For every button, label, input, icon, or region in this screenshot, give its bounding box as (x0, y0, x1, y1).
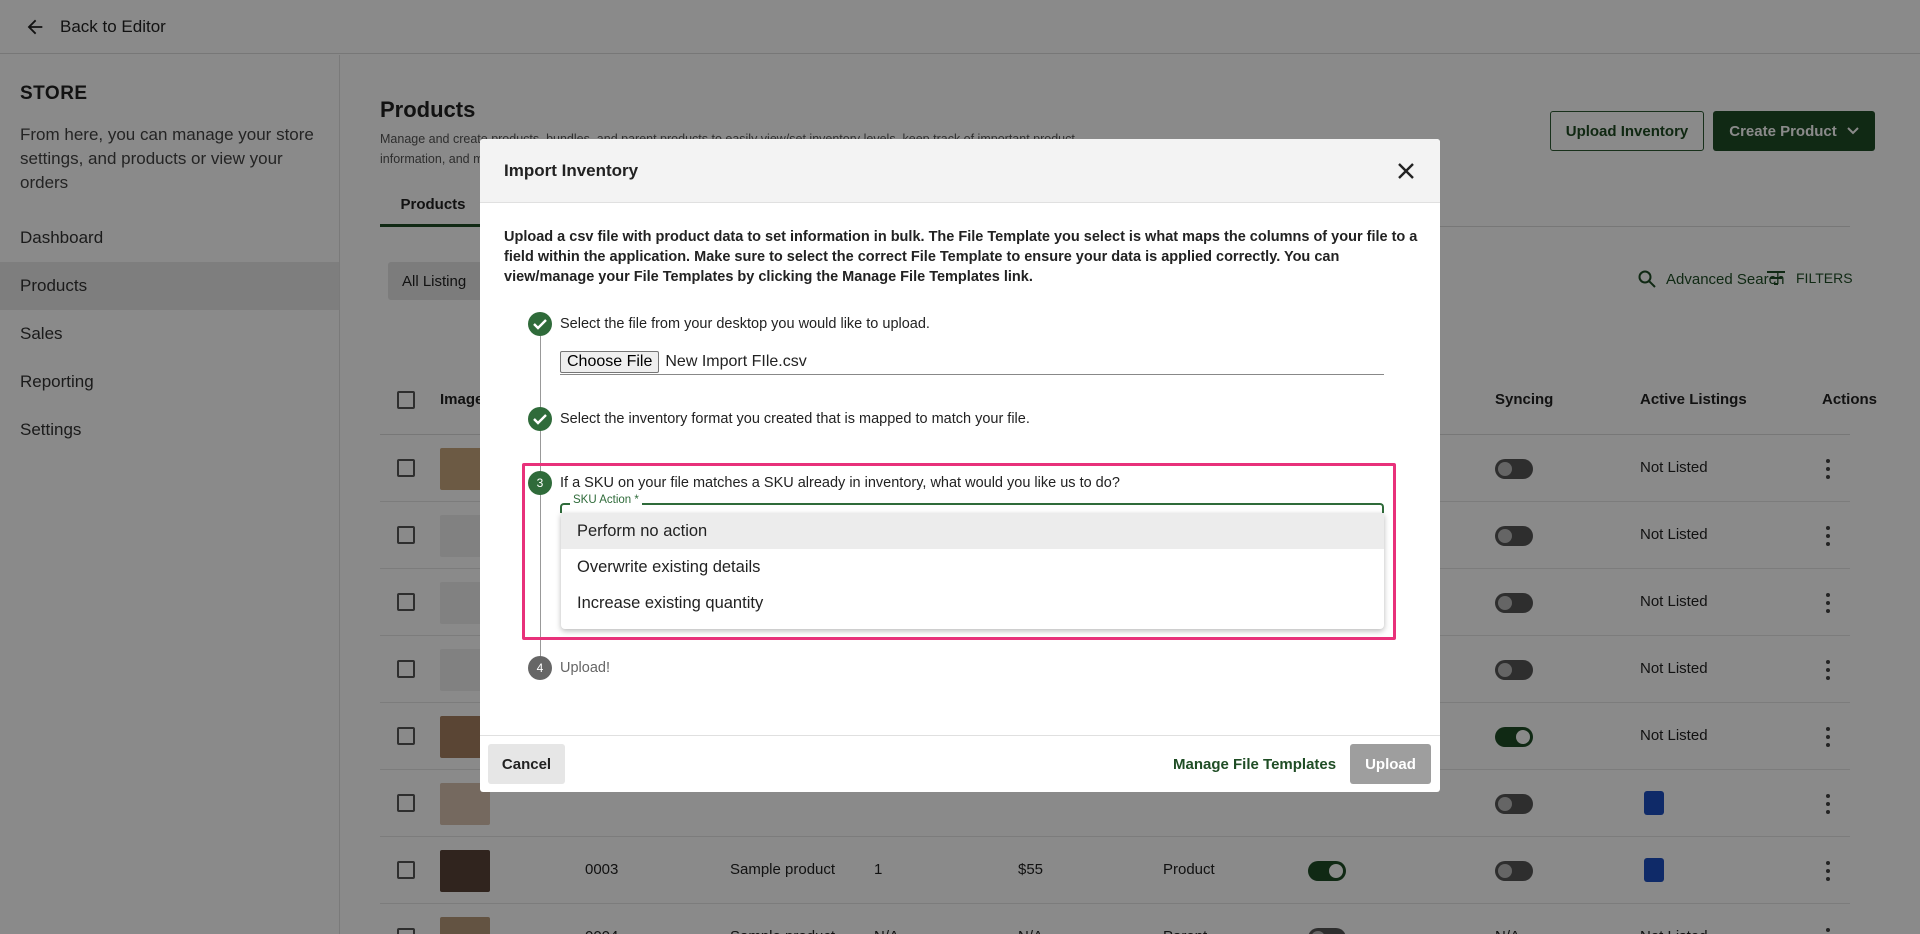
step-3-text: If a SKU on your file matches a SKU alre… (560, 475, 1120, 491)
selected-file-name: New Import FIle.csv (665, 352, 807, 370)
dialog-header: Import Inventory (480, 139, 1440, 203)
dialog-footer: Cancel Manage File Templates Upload (480, 735, 1440, 792)
sku-action-label: SKU Action * (570, 494, 642, 506)
step-2-text: Select the inventory format you created … (560, 411, 1030, 427)
sku-action-select[interactable] (560, 503, 1384, 513)
dialog-title: Import Inventory (504, 161, 639, 180)
step-1-check-icon (528, 312, 552, 336)
manage-file-templates-link[interactable]: Manage File Templates (1173, 756, 1336, 773)
option-increase-existing-quantity[interactable]: Increase existing quantity (561, 585, 1384, 621)
option-perform-no-action[interactable]: Perform no action (561, 513, 1384, 549)
dialog-intro-text: Upload a csv file with product data to s… (504, 229, 1418, 285)
step-4-number: 4 (528, 656, 552, 680)
option-overwrite-existing-details[interactable]: Overwrite existing details (561, 549, 1384, 585)
step-2-check-icon (528, 407, 552, 431)
step-4-text: Upload! (560, 660, 610, 676)
upload-button[interactable]: Upload (1350, 744, 1431, 784)
choose-file-button[interactable]: Choose File (560, 350, 660, 373)
sku-action-dropdown-menu: Perform no action Overwrite existing det… (561, 513, 1384, 629)
import-inventory-dialog: Import Inventory Upload a csv file with … (480, 139, 1440, 792)
file-input[interactable]: Choose File New Import FIle.csv (560, 349, 1384, 375)
step-3-number: 3 (528, 471, 552, 495)
cancel-button[interactable]: Cancel (488, 744, 565, 784)
step-1-text: Select the file from your desktop you wo… (560, 316, 930, 332)
close-icon[interactable] (1394, 159, 1418, 183)
